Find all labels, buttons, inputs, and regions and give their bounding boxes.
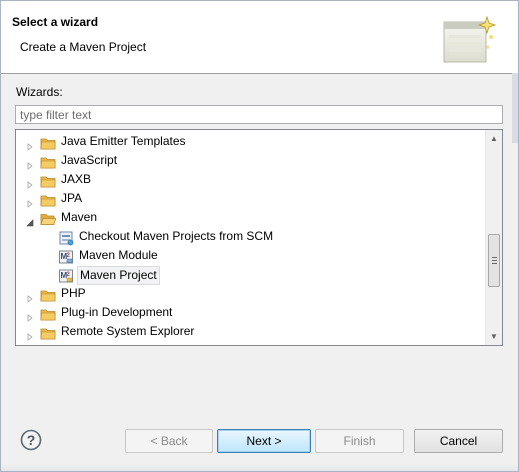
tree-item-label: JAXB [61,172,92,186]
tree-item-maven-module[interactable]: M 2 Maven Module [16,247,486,266]
tree-item-plug-in-development[interactable]: Plug-in Development [16,304,486,323]
expand-arrow-open-icon[interactable] [26,214,34,227]
thumb-grip-line [492,257,497,258]
tree-item-label: Maven Project [77,266,160,285]
wizard-banner-icon [443,15,497,63]
tree-item-php[interactable]: PHP [16,285,486,304]
tree-item-label: Plug-in Development [61,305,173,319]
maven-project-icon: M2 [58,268,74,284]
help-icon[interactable]: ? [20,429,42,451]
tree-item-jpa[interactable]: JPA [16,190,486,209]
finish-button[interactable]: Finish [315,429,404,453]
cancel-button[interactable]: Cancel [414,429,503,453]
tree-item-label: JavaScript [61,153,118,167]
page-title: Select a wizard [12,15,99,29]
expand-arrow-closed-icon[interactable] [26,290,34,303]
maven-scm-icon [58,230,74,246]
tree-item-checkout-maven-projects-from-scm[interactable]: Checkout Maven Projects from SCM [16,228,486,247]
tree-item-jaxb[interactable]: JAXB [16,171,486,190]
thumb-grip-line [492,260,497,261]
scroll-up-arrow-icon[interactable]: ▲ [486,130,502,147]
folder-icon [40,325,56,341]
folder-icon [40,173,56,189]
tree-item-label: Java Emitter Templates [61,134,186,148]
folder-icon [40,306,56,322]
folder-icon [40,287,56,303]
filter-input[interactable] [15,105,503,124]
tree-item-label: PHP [61,286,86,300]
tree-item-label: Maven Module [79,248,158,262]
dialog-bottom-edge [1,464,518,471]
next-button[interactable]: Next > [217,429,311,453]
back-button[interactable]: < Back [125,429,213,453]
tree-item-label: Maven [61,210,98,224]
tree-item-label: Remote System Explorer [61,324,195,338]
expand-arrow-closed-icon[interactable] [26,328,34,341]
tree-item-remote-system-explorer[interactable]: Remote System Explorer [16,323,486,342]
svg-text:?: ? [27,432,36,448]
thumb-grip-line [492,263,497,264]
tree-item-maven[interactable]: Maven [16,209,486,228]
expand-arrow-closed-icon[interactable] [26,176,34,189]
tree-item-label: Checkout Maven Projects from SCM [79,229,274,243]
tree-item-java-emitter-templates[interactable]: Java Emitter Templates [16,133,486,152]
wizard-tree[interactable]: Java Emitter Templates JavaScript JAXB JPA M… [15,129,503,346]
new-wizard-dialog: Select a wizard Create a Maven Project W… [0,0,519,472]
folder-icon [40,154,56,170]
maven-module-icon: M2 [58,249,74,265]
expand-arrow-closed-icon[interactable] [26,195,34,208]
expand-arrow-closed-icon[interactable] [26,157,34,170]
tree-item-javascript[interactable]: JavaScript [16,152,486,171]
folder-icon [40,135,56,151]
page-description: Create a Maven Project [20,40,147,54]
tree-item-maven-project[interactable]: M 2 Maven Project [16,266,486,285]
wizard-header: Select a wizard Create a Maven Project [1,1,518,74]
scroll-down-arrow-icon[interactable]: ▼ [486,328,502,345]
dialog-edge-strip [512,73,518,143]
tree-item-label: JPA [61,191,83,205]
wizards-label: Wizards: [16,85,63,99]
open-folder-icon [40,211,57,227]
tree-vertical-scrollbar[interactable]: ▲ ▼ [485,130,502,345]
folder-icon [40,192,56,208]
scroll-thumb[interactable] [488,234,500,287]
expand-arrow-closed-icon[interactable] [26,309,34,322]
expand-arrow-closed-icon[interactable] [26,138,34,151]
